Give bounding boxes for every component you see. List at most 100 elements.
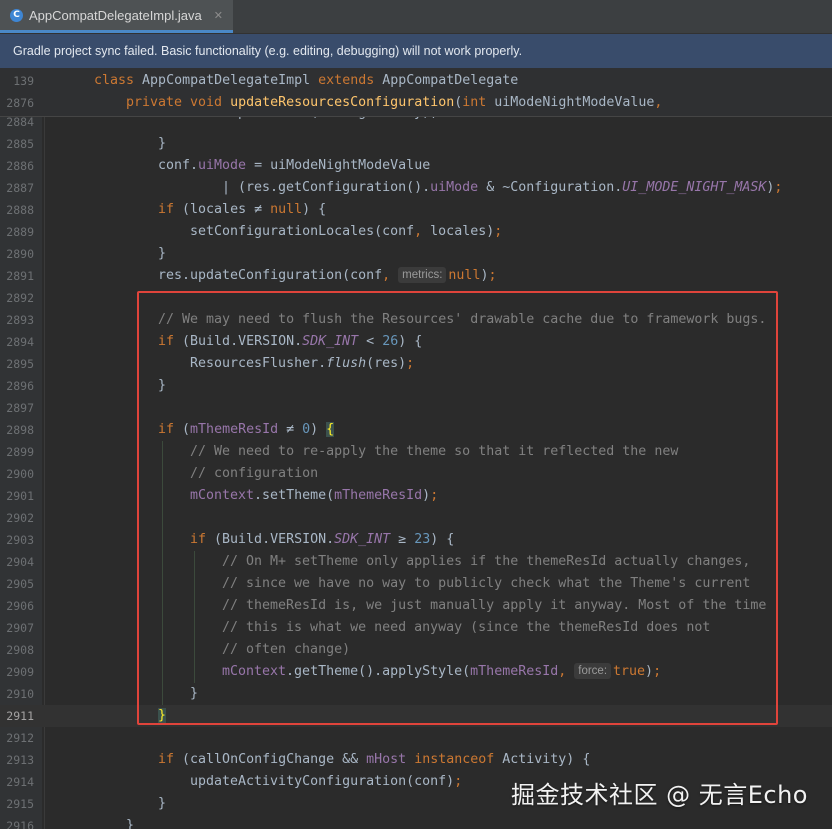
code-token: Activity) { [502,752,591,767]
code-token: uiModeNightModeValue [494,95,655,110]
code-text: if (callOnConfigChange && mHost instance… [158,749,590,771]
code-line-139[interactable]: 139 class AppCompatDelegateImpl extends A… [0,70,832,92]
line-number[interactable]: 2884 [0,117,34,133]
line-number[interactable]: 2908 [0,639,34,661]
java-class-icon: C [10,8,23,22]
code-line-2916[interactable]: 2916} [0,815,832,829]
code-token: } [158,136,167,151]
tab-label: AppCompatDelegateImpl.java [29,7,202,23]
line-number[interactable]: 2896 [0,375,34,397]
code-token: mHost [366,752,415,767]
code-token: uiMode [198,158,247,173]
line-number[interactable]: 2907 [0,617,34,639]
code-token: AppCompatDelegate [382,73,519,88]
line-number[interactable]: 2876 [0,92,34,114]
code-line-2885[interactable]: 2885} [0,133,832,155]
code-token: if [158,752,183,767]
line-number[interactable]: 2898 [0,419,34,441]
code-line-2884[interactable]: 2884 conf.updateFrom(configOverlay); [0,117,832,133]
code-token: = uiModeNightModeValue [246,158,431,173]
code-line-2891[interactable]: 2891 res.updateConfiguration(conf, metric… [0,265,832,287]
code-text: updateActivityConfiguration(conf); [190,771,462,793]
line-number[interactable]: 2905 [0,573,34,595]
line-number[interactable]: 2897 [0,397,34,419]
code-text: } [158,243,166,265]
line-number[interactable]: 2900 [0,463,34,485]
line-number[interactable]: 2910 [0,683,34,705]
banner-message: Gradle project sync failed. Basic functi… [13,44,523,58]
code-token: updateActivityConfiguration(conf) [190,774,455,789]
code-token: null [448,268,481,283]
editor-tab-bar: C AppCompatDelegateImpl.java ✕ [0,0,832,34]
code-token: ; [454,774,463,789]
code-token: & ~Configuration. [478,180,623,195]
code-token: , [654,95,663,110]
line-number[interactable]: 2901 [0,485,34,507]
line-number[interactable]: 2893 [0,309,34,331]
line-number[interactable]: 2895 [0,353,34,375]
code-line-2876[interactable]: 2876 private void updateResourcesConfigur… [0,92,832,114]
line-number[interactable]: 2886 [0,155,34,177]
code-token: uiMode [430,180,479,195]
code-token: , [414,224,431,239]
line-number[interactable]: 2894 [0,331,34,353]
highlight-box [137,291,778,725]
tab-appcompatdelegateimpl[interactable]: C AppCompatDelegateImpl.java ✕ [0,0,233,33]
code-text: conf.updateFrom(configOverlay); [190,117,438,124]
code-token: } [158,246,167,261]
line-number[interactable]: 2913 [0,749,34,771]
line-number[interactable]: 2885 [0,133,34,155]
code-line-2886[interactable]: 2886 conf.uiMode = uiModeNightModeValue [0,155,832,177]
code-token: ; [774,180,783,195]
code-token: instanceof [414,752,503,767]
code-token: conf.updateFrom(configOverlay); [190,117,438,120]
code-token: UI_MODE_NIGHT_MASK [622,180,767,195]
parameter-hint: metrics: [398,267,447,283]
code-token: private void [126,95,231,110]
code-token: (locales ≠ [182,202,271,217]
line-number[interactable]: 2889 [0,221,34,243]
code-line-2888[interactable]: 2888 if (locales ≠ null) { [0,199,832,221]
code-token: if [158,202,183,217]
line-number[interactable]: 2914 [0,771,34,793]
code-text: } [158,793,166,815]
code-token: locales) [430,224,495,239]
line-number[interactable]: 2911 [0,705,34,727]
line-number[interactable]: 2909 [0,661,34,683]
close-icon[interactable]: ✕ [214,9,223,22]
line-number[interactable]: 2899 [0,441,34,463]
line-number[interactable]: 2906 [0,595,34,617]
code-token: extends [318,73,383,88]
code-line-2913[interactable]: 2913 if (callOnConfigChange && mHost inst… [0,749,832,771]
code-text: conf.uiMode = uiModeNightModeValue [158,155,430,177]
code-token: (callOnConfigChange && [182,752,367,767]
line-number[interactable]: 2891 [0,265,34,287]
code-token: res.updateConfiguration(conf [158,268,383,283]
code-line-2889[interactable]: 2889 setConfigurationLocales(conf, locale… [0,221,832,243]
line-number[interactable]: 2902 [0,507,34,529]
line-number[interactable]: 2888 [0,199,34,221]
line-number[interactable]: 2892 [0,287,34,309]
code-token: } [126,818,135,829]
code-line-2890[interactable]: 2890} [0,243,832,265]
line-number[interactable]: 2916 [0,815,34,829]
line-number[interactable]: 2904 [0,551,34,573]
line-number[interactable]: 2890 [0,243,34,265]
code-token: updateResourcesConfiguration [230,95,455,110]
code-token: setConfigurationLocales(conf [190,224,415,239]
code-token: int [462,95,495,110]
line-number[interactable]: 2903 [0,529,34,551]
code-line-2912[interactable]: 2912 [0,727,832,749]
line-number[interactable]: 2887 [0,177,34,199]
code-text: private void updateResourcesConfiguratio… [126,92,662,114]
line-number[interactable]: 2915 [0,793,34,815]
code-line-2887[interactable]: 2887 | (res.getConfiguration().uiMode & ~… [0,177,832,199]
code-text: | (res.getConfiguration().uiMode & ~Conf… [222,177,782,199]
watermark: 掘金技术社区 @ 无言Echo [510,781,808,809]
code-text: class AppCompatDelegateImpl extends AppC… [94,70,518,92]
code-token: , [382,268,399,283]
line-number[interactable]: 139 [0,70,34,92]
code-token: conf. [158,158,199,173]
line-number[interactable]: 2912 [0,727,34,749]
code-token: AppCompatDelegateImpl [142,73,319,88]
